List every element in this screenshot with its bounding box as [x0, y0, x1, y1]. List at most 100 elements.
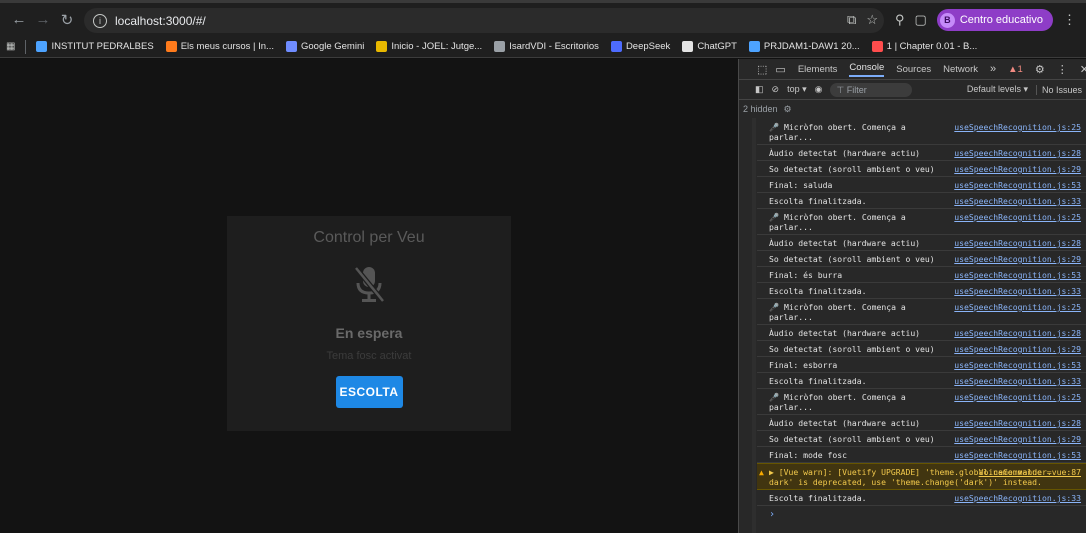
source-link[interactable]: useSpeechRecognition.js:25 — [954, 212, 1081, 222]
console-message-text: So detectat (soroll ambient o veu) — [769, 344, 935, 354]
tab-network[interactable]: Network — [943, 64, 978, 75]
bookmark-label: PRJDAM1-DAW1 20... — [763, 41, 860, 52]
bookmark-item[interactable]: Google Gemini — [285, 41, 365, 52]
source-link[interactable]: useSpeechRecognition.js:29 — [954, 344, 1081, 354]
bookmark-item[interactable]: Els meus cursos | In... — [165, 41, 274, 52]
bookmark-label: Els meus cursos | In... — [180, 41, 274, 52]
devtools-menu-icon[interactable]: ⋮ — [1057, 63, 1068, 76]
console-message-text: 🎤 Micròfon obert. Comença a parlar... — [769, 302, 906, 322]
settings-gear-icon[interactable]: ⚙ — [1035, 63, 1045, 76]
source-link[interactable]: useSpeechRecognition.js:29 — [954, 254, 1081, 264]
source-link[interactable]: useSpeechRecognition.js:25 — [954, 122, 1081, 132]
console-message-text: So detectat (soroll ambient o veu) — [769, 164, 935, 174]
back-icon[interactable]: ← — [8, 9, 30, 31]
hidden-count: 2 hidden — [743, 104, 778, 114]
reload-icon[interactable]: ↻ — [56, 9, 78, 31]
profile-chip[interactable]: B Centro educativo — [936, 9, 1053, 31]
log-levels-dropdown[interactable]: Default levels ▾ — [967, 84, 1028, 95]
bookmark-item[interactable]: 1 | Chapter 0.01 - B... — [871, 41, 978, 52]
tab-console[interactable]: Console — [849, 62, 885, 77]
source-link[interactable]: useSpeechRecognition.js:33 — [954, 493, 1081, 503]
profile-name: Centro educativo — [959, 14, 1043, 26]
console-message-text: So detectat (soroll ambient o veu) — [769, 434, 935, 444]
bookmark-item[interactable]: DeepSeek — [610, 41, 670, 52]
more-tabs-icon[interactable]: » — [990, 63, 996, 75]
source-link[interactable]: useSpeechRecognition.js:28 — [954, 148, 1081, 158]
menu-kebab-icon[interactable]: ⋮ — [1063, 12, 1076, 28]
bookmark-favicon-icon — [285, 41, 297, 52]
source-link[interactable]: useSpeechRecognition.js:29 — [954, 434, 1081, 444]
close-icon[interactable]: ✕ — [1080, 63, 1086, 76]
console-warning: ▲ ▶ [Vue warn]: [Vuetify UPGRADE] 'theme.… — [757, 463, 1086, 490]
bookmark-item[interactable]: PRJDAM1-DAW1 20... — [748, 41, 860, 52]
bookmark-favicon-icon — [376, 41, 388, 52]
console-message: Àudio detectat (hardware actiu) useSpeech… — [757, 325, 1086, 341]
console-message: Àudio detectat (hardware actiu) useSpeech… — [757, 235, 1086, 251]
tab-elements[interactable]: Elements — [798, 64, 838, 75]
console-prompt[interactable]: › — [757, 506, 1086, 523]
console-message-text: Escolta finalitzada. — [769, 196, 867, 206]
source-link[interactable]: useSpeechRecognition.js:33 — [954, 376, 1081, 386]
hidden-messages-row: 2 hidden ⚙ — [739, 100, 1086, 118]
bookmarks-bar: ▦ INSTITUT PEDRALBES Els meus cursos | In… — [0, 36, 1086, 58]
warning-count-badge[interactable]: ▲1 — [1008, 64, 1023, 75]
console-message-text: Escolta finalitzada. — [769, 493, 867, 503]
console-message-text: Àudio detectat (hardware actiu) — [769, 418, 921, 428]
bookmark-favicon-icon — [871, 41, 883, 52]
site-info-icon[interactable]: i — [93, 13, 107, 28]
url-text[interactable]: localhost:3000/#/ — [115, 14, 206, 28]
source-link[interactable]: useSpeechRecognition.js:28 — [954, 418, 1081, 428]
warning-icon: ▲ — [759, 467, 764, 477]
source-link[interactable]: useSpeechRecognition.js:28 — [954, 328, 1081, 338]
source-link[interactable]: useSpeechRecognition.js:53 — [954, 180, 1081, 190]
context-selector[interactable]: top ▾ — [787, 84, 807, 95]
apps-grid-icon[interactable]: ▦ — [6, 41, 15, 52]
issues-button[interactable]: No Issues — [1035, 84, 1082, 95]
console-message: Final: saluda useSpeechRecognition.js:53 — [757, 177, 1086, 193]
bookmark-label: Google Gemini — [300, 41, 365, 52]
bookmark-favicon-icon — [36, 41, 48, 52]
console-message: Escolta finalitzada. useSpeechRecognition… — [757, 490, 1086, 506]
live-expression-icon[interactable]: ◉ — [815, 84, 823, 95]
tab-sources[interactable]: Sources — [896, 64, 931, 75]
clear-console-icon[interactable]: ⊘ — [772, 84, 780, 95]
source-link[interactable]: useSpeechRecognition.js:25 — [954, 302, 1081, 312]
console-sidebar-gutter — [752, 118, 756, 533]
console-settings-gear-icon[interactable]: ⚙ — [784, 104, 792, 115]
console-message-text: Àudio detectat (hardware actiu) — [769, 238, 921, 248]
bookmark-star-icon[interactable]: ☆ — [866, 12, 878, 28]
extensions-icon[interactable]: ⚲ — [895, 12, 905, 28]
source-link[interactable]: useSpeechRecognition.js:33 — [954, 196, 1081, 206]
bookmark-label: 1 | Chapter 0.01 - B... — [886, 41, 978, 52]
browser-toolbar: ← → ↻ i localhost:3000/#/ ⧉ ☆ ⚲ ▢ B Cent… — [0, 0, 1086, 36]
console-message-text: Final: mode fosc — [769, 450, 847, 460]
console-message-text: 🎤 Micròfon obert. Comença a parlar... — [769, 122, 906, 142]
source-link[interactable]: useSpeechRecognition.js:25 — [954, 392, 1081, 402]
device-toolbar-icon[interactable]: ▭ — [775, 63, 785, 76]
bookmark-item[interactable]: ChatGPT — [682, 41, 737, 52]
bookmark-item[interactable]: Inicio - JOEL: Jutge... — [376, 41, 482, 52]
console-message: 🎤 Micròfon obert. Comença a parlar... use… — [757, 299, 1086, 325]
source-link[interactable]: useSpeechRecognition.js:53 — [954, 270, 1081, 280]
translate-icon[interactable]: ⧉ — [847, 12, 856, 28]
page-title: Control per Veu — [313, 229, 425, 246]
forward-icon[interactable]: → — [32, 9, 54, 31]
listen-button[interactable]: ESCOLTA — [335, 376, 403, 408]
sidebar-toggle-icon[interactable]: ◧ — [755, 84, 764, 95]
side-panel-icon[interactable]: ▢ — [915, 12, 927, 28]
source-link[interactable]: useSpeechRecognition.js:29 — [954, 164, 1081, 174]
address-bar[interactable]: i localhost:3000/#/ ⧉ ☆ — [84, 8, 884, 33]
console-message: Escolta finalitzada. useSpeechRecognition… — [757, 193, 1086, 209]
source-link[interactable]: useSpeechRecognition.js:53 — [954, 360, 1081, 370]
source-link[interactable]: VoiceCommander.vue:87 — [979, 467, 1081, 477]
source-link[interactable]: useSpeechRecognition.js:53 — [954, 450, 1081, 460]
bookmark-item[interactable]: IsardVDI - Escritorios — [494, 41, 599, 52]
inspect-element-icon[interactable]: ⬚ — [757, 63, 767, 76]
source-link[interactable]: useSpeechRecognition.js:33 — [954, 286, 1081, 296]
source-link[interactable]: useSpeechRecognition.js:28 — [954, 238, 1081, 248]
console-message-text: Final: saluda — [769, 180, 833, 190]
console-message: So detectat (soroll ambient o veu) useSpe… — [757, 161, 1086, 177]
divider — [25, 39, 27, 54]
filter-input[interactable]: ⊤ Filter — [830, 82, 913, 97]
bookmark-item[interactable]: INSTITUT PEDRALBES — [36, 41, 154, 52]
